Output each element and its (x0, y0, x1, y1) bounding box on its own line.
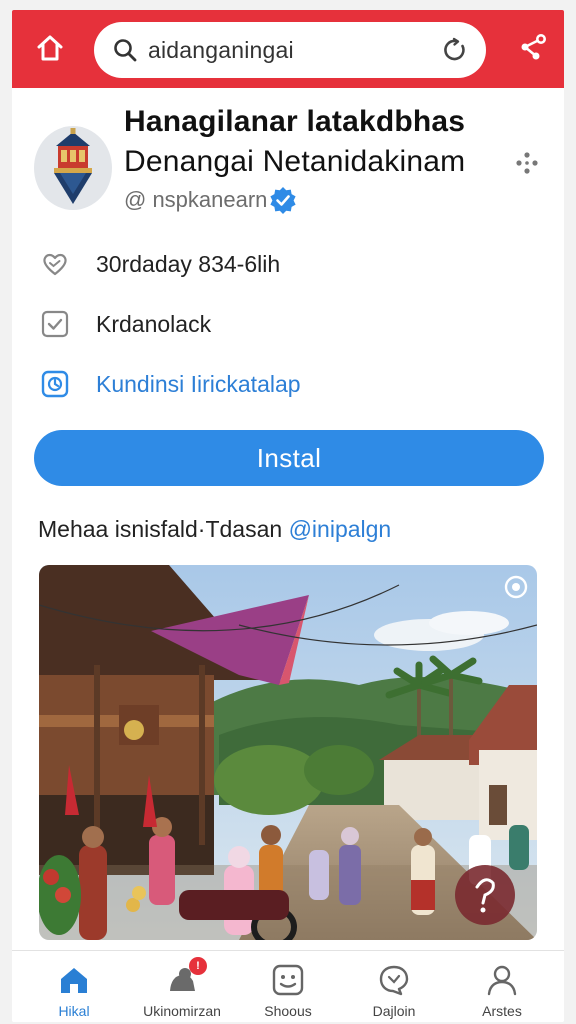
heart-icon (38, 247, 72, 281)
share-button[interactable] (516, 30, 550, 64)
title-line-1: Hanagilanar latakdbhas (124, 105, 466, 138)
more-options-button[interactable] (512, 148, 542, 178)
verified-badge-icon (270, 187, 297, 214)
user-icon (485, 963, 519, 997)
account-handle[interactable]: @ nspkanearn (124, 186, 297, 214)
search-text[interactable]: aidanganingai (148, 37, 294, 64)
nav-label: Hikal (58, 1003, 90, 1019)
mention-link[interactable]: @inipalgn (289, 516, 392, 542)
app-frame: aidanganingai Hanagilanar latakdbhas Den… (12, 10, 564, 1022)
top-bar: aidanganingai (12, 10, 564, 88)
home-button[interactable] (30, 28, 70, 68)
nav-label: Ukinomirzan (143, 1003, 221, 1019)
info-row-link[interactable]: Kundinsi Iirickatalap (38, 364, 538, 404)
avatar[interactable] (34, 126, 112, 210)
village-market-image (39, 565, 537, 940)
search-bar[interactable]: aidanganingai (94, 22, 486, 78)
nav-item-profile[interactable]: Arstes (454, 963, 550, 1022)
handle-text: @ nspkanearn (124, 187, 268, 212)
subline-text: Mehaa isnisfald·Tdasan (38, 516, 289, 542)
chat-icon (377, 963, 411, 997)
nav-item-shorts[interactable]: Shoous (240, 963, 336, 1022)
nav-label: Shoous (264, 1003, 312, 1019)
home-icon (37, 35, 63, 61)
refresh-icon[interactable] (442, 37, 468, 63)
home-icon (57, 963, 91, 997)
pet-icon: ! (165, 957, 207, 997)
clock-icon (38, 367, 72, 401)
feed-photo[interactable] (39, 565, 537, 940)
pagoda-logo (54, 128, 92, 204)
nav-item-chat[interactable]: Dajloin (346, 963, 442, 1022)
bottom-nav: Hikal ! Ukinomirzan Shoous Dajloin Arste… (12, 950, 564, 1022)
checkbox-icon (38, 307, 72, 341)
nav-label: Arstes (482, 1003, 522, 1019)
info-row-text: 30rdaday 834-6lih (96, 250, 281, 277)
dots-icon (516, 152, 538, 174)
title-line-2: Denangai Netanidakinam (124, 145, 466, 178)
page-title: Hanagilanar latakdbhas Denangai Netanida… (124, 102, 504, 182)
info-row-text: Kundinsi Iirickatalap (96, 370, 301, 397)
info-row-text: Krdanolack (96, 310, 212, 337)
info-row-followers[interactable]: 30rdaday 834-6lih (38, 244, 538, 284)
install-button[interactable]: Instal (34, 430, 544, 486)
subline: Mehaa isnisfald·Tdasan @inipalgn (38, 516, 391, 543)
share-icon (521, 34, 546, 60)
nav-item-home[interactable]: Hikal (26, 963, 122, 1022)
search-icon (114, 39, 137, 62)
info-row-status[interactable]: Krdanolack (38, 304, 538, 344)
nav-label: Dajloin (372, 1003, 416, 1019)
nav-item-notifications[interactable]: ! Ukinomirzan (134, 957, 230, 1022)
face-icon (271, 963, 305, 997)
notification-badge: ! (189, 957, 207, 975)
